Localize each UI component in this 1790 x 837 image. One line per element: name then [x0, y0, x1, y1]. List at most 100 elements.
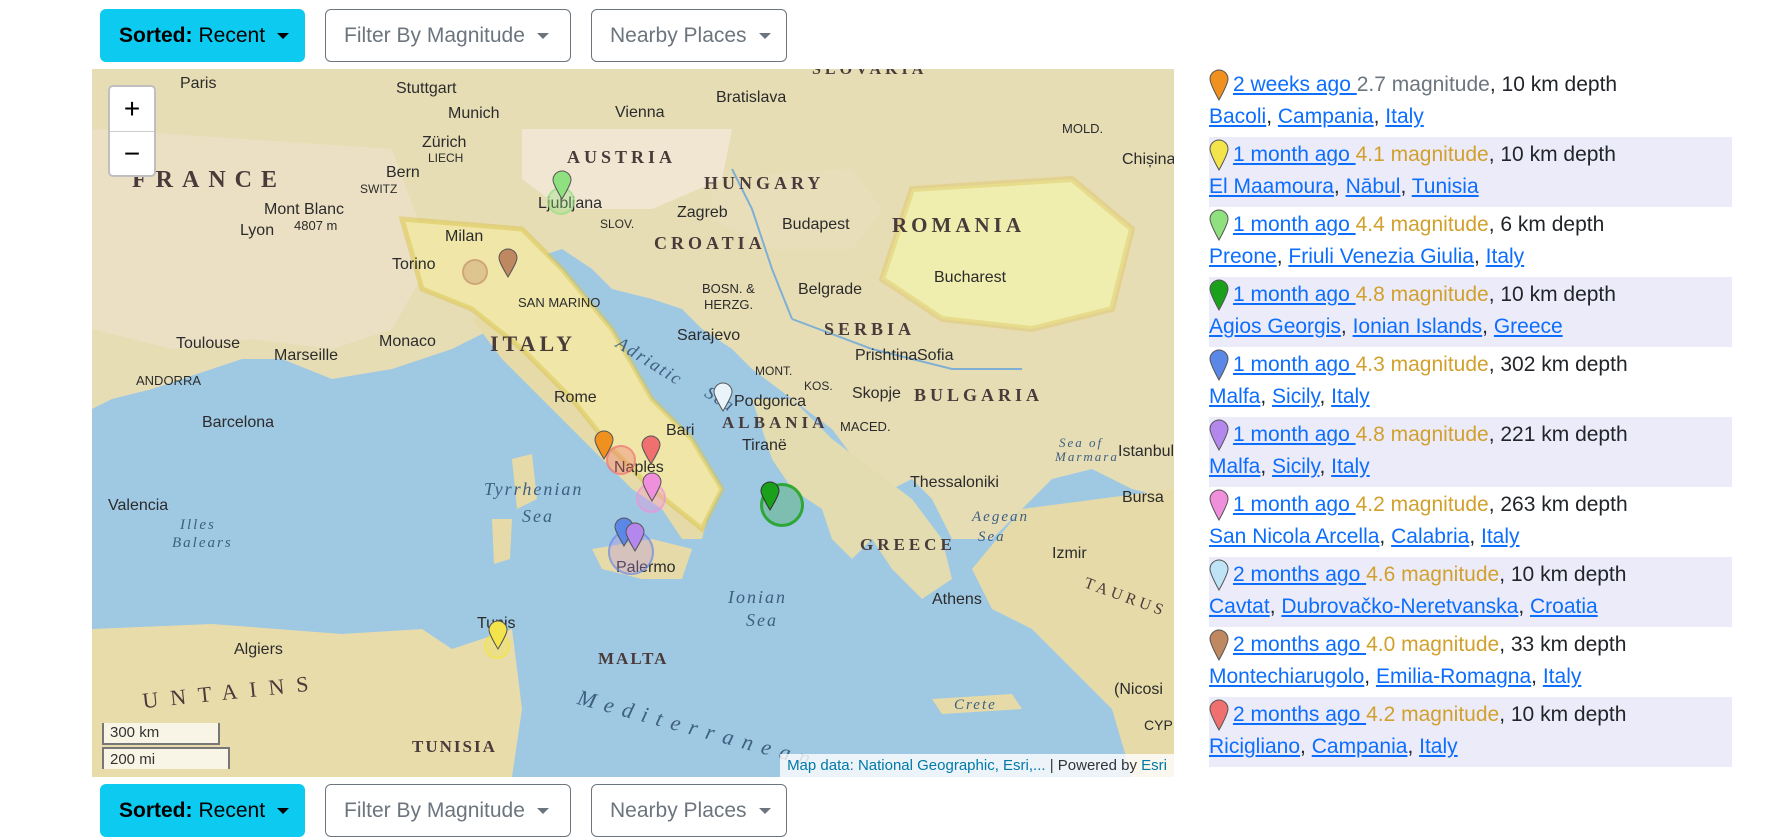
earthquake-depth: , 10 km depth [1488, 283, 1616, 306]
filter-magnitude-button[interactable]: Filter By Magnitude [325, 784, 571, 837]
location-link[interactable]: Greece [1494, 315, 1563, 338]
map-label: Stuttgart [396, 80, 457, 97]
earthquake-location: Agios Georgis, Ionian Islands, Greece [1209, 311, 1732, 343]
filter-magnitude-button[interactable]: Filter By Magnitude [325, 9, 571, 62]
location-link[interactable]: Montechiarugolo [1209, 665, 1364, 688]
map-pin-icon[interactable] [713, 382, 733, 412]
map-label: SAN MARINO [518, 295, 601, 310]
earthquake-map[interactable]: Paris Stuttgart Munich Vienna Bratislava… [92, 69, 1174, 777]
map-label: Aegean [972, 509, 1029, 525]
location-link[interactable]: Ricigliano [1209, 735, 1300, 758]
location-link[interactable]: Italy [1385, 105, 1424, 128]
location-separator: , [1260, 385, 1273, 408]
earthquake-time-link[interactable]: 1 month ago [1233, 489, 1356, 521]
location-link[interactable]: El Maamoura [1209, 175, 1334, 198]
sort-value: Recent [198, 798, 266, 822]
map-pin-icon[interactable] [625, 522, 645, 552]
earthquake-time-link[interactable]: 1 month ago [1233, 139, 1356, 171]
map-label: Bursa [1122, 489, 1164, 506]
earthquake-magnitude: 4.4 magnitude [1355, 213, 1489, 236]
map-pin-icon[interactable] [594, 430, 614, 460]
location-link[interactable]: Ionian Islands [1353, 315, 1483, 338]
zoom-out-button[interactable]: − [110, 131, 154, 175]
location-link[interactable]: Malfa [1209, 385, 1260, 408]
earthquake-time-link[interactable]: 1 month ago [1233, 419, 1356, 451]
map-label: SERBIA [824, 319, 916, 339]
map-label: Marseille [274, 347, 339, 364]
map-label: Bari [666, 422, 695, 439]
zoom-control: + − [108, 85, 156, 177]
earthquake-time-link[interactable]: 2 months ago [1233, 699, 1366, 731]
location-link[interactable]: Sicily [1272, 385, 1319, 408]
caret-down-icon [277, 32, 290, 39]
location-link[interactable]: Agios Georgis [1209, 315, 1341, 338]
map-label: Monaco [379, 333, 436, 350]
map-pin-icon[interactable] [488, 620, 508, 650]
map-pin-icon[interactable] [498, 248, 518, 278]
nearby-places-button[interactable]: Nearby Places [591, 784, 787, 837]
map-pin-icon[interactable] [642, 472, 662, 502]
nearby-places-button[interactable]: Nearby Places [591, 9, 787, 62]
location-link[interactable]: Campania [1312, 735, 1408, 758]
location-separator: , [1319, 455, 1332, 478]
earthquake-location: Montechiarugolo, Emilia-Romagna, Italy [1209, 661, 1732, 693]
map-label: MONT. [755, 364, 793, 378]
map-pin-icon [1209, 279, 1229, 311]
location-link[interactable]: Campania [1278, 105, 1374, 128]
earthquake-summary: 1 month ago 4.1 magnitude, 10 km depth [1209, 139, 1732, 171]
location-link[interactable]: Italy [1419, 735, 1458, 758]
map-label: ALBANIA [722, 413, 829, 432]
map-label: Marmara [1055, 449, 1119, 464]
location-separator: , [1407, 735, 1420, 758]
map-label: Illes [180, 517, 216, 533]
earthquake-item: 1 month ago 4.4 magnitude, 6 km depth Pre… [1209, 207, 1732, 277]
map-label: Torino [392, 256, 436, 273]
earthquake-summary: 1 month ago 4.3 magnitude, 302 km depth [1209, 349, 1732, 381]
earthquake-summary: 1 month ago 4.2 magnitude, 263 km depth [1209, 489, 1732, 521]
sort-dropdown-button[interactable]: Sorted: Recent [100, 784, 305, 837]
earthquake-time-link[interactable]: 2 months ago [1233, 629, 1366, 661]
location-link[interactable]: Nābul [1346, 175, 1401, 198]
earthquake-time-link[interactable]: 1 month ago [1233, 209, 1356, 241]
earthquake-time-link[interactable]: 2 months ago [1233, 559, 1366, 591]
location-link[interactable]: Italy [1486, 245, 1525, 268]
map-label: Tiranë [742, 437, 787, 454]
location-link[interactable]: Italy [1331, 455, 1370, 478]
location-link[interactable]: Malfa [1209, 455, 1260, 478]
esri-link[interactable]: Esri [1141, 757, 1167, 774]
earthquake-time-link[interactable]: 1 month ago [1233, 349, 1356, 381]
location-link[interactable]: Emilia-Romagna [1376, 665, 1531, 688]
map-label: SLOVAKIA [812, 69, 928, 78]
location-link[interactable]: Bacoli [1209, 105, 1266, 128]
event-halo [462, 259, 488, 285]
map-pin-icon[interactable] [552, 170, 572, 200]
location-link[interactable]: Cavtat [1209, 595, 1270, 618]
location-link[interactable]: San Nicola Arcella [1209, 525, 1379, 548]
earthquake-depth: , 10 km depth [1488, 143, 1616, 166]
map-label: AUSTRIA [567, 147, 677, 167]
caret-down-icon [277, 807, 290, 814]
location-link[interactable]: Sicily [1272, 455, 1319, 478]
location-link[interactable]: Calabria [1391, 525, 1469, 548]
map-label: CROATIA [654, 233, 766, 253]
location-link[interactable]: Croatia [1530, 595, 1598, 618]
location-link[interactable]: Italy [1481, 525, 1520, 548]
caret-down-icon [758, 32, 771, 39]
nearby-places-label: Nearby Places [610, 798, 747, 822]
map-pin-icon[interactable] [760, 481, 780, 511]
earthquake-time-link[interactable]: 1 month ago [1233, 279, 1356, 311]
sort-dropdown-button[interactable]: Sorted: Recent [100, 9, 305, 62]
earthquake-summary: 1 month ago 4.4 magnitude, 6 km depth [1209, 209, 1732, 241]
location-link[interactable]: Italy [1331, 385, 1370, 408]
map-label: SWITZ [360, 182, 398, 196]
earthquake-item: 1 month ago 4.1 magnitude, 10 km depth El… [1209, 137, 1732, 207]
location-link[interactable]: Tunisia [1412, 175, 1479, 198]
map-pin-icon[interactable] [641, 435, 661, 465]
location-link[interactable]: Italy [1543, 665, 1582, 688]
attribution-link[interactable]: Map data: National Geographic, Esri,... [787, 757, 1045, 774]
location-link[interactable]: Preone [1209, 245, 1277, 268]
location-link[interactable]: Friuli Venezia Giulia [1288, 245, 1474, 268]
earthquake-time-link[interactable]: 2 weeks ago [1233, 69, 1357, 101]
zoom-in-button[interactable]: + [110, 87, 154, 131]
location-link[interactable]: Dubrovačko-Neretvanska [1281, 595, 1518, 618]
